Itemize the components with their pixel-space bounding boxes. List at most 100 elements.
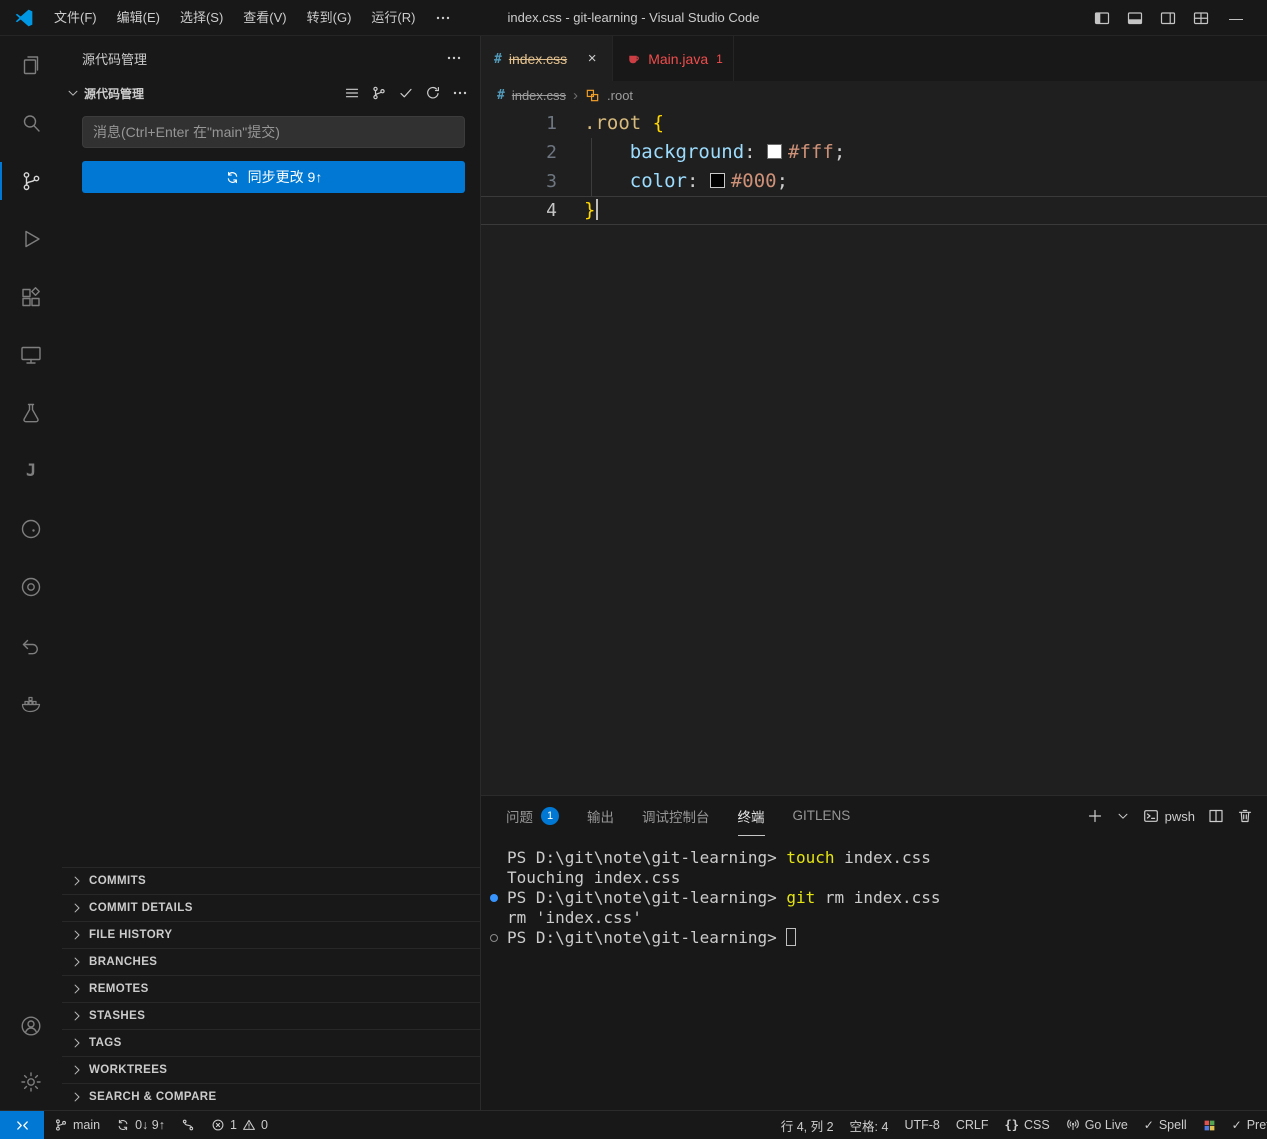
spell-checker[interactable]: ✓Spell: [1136, 1111, 1195, 1139]
more-icon[interactable]: [452, 85, 468, 101]
source-control-section-header[interactable]: 源代码管理: [62, 80, 480, 106]
panel-tab-输出[interactable]: 输出: [587, 796, 614, 836]
status-text: 1: [230, 1118, 237, 1132]
code-token: .root: [584, 112, 641, 134]
section-search-compare[interactable]: SEARCH & COMPARE: [62, 1083, 480, 1110]
panel-tab-调试控制台[interactable]: 调试控制台: [642, 796, 710, 836]
toggle-secondary-sidebar-icon[interactable]: [1160, 10, 1176, 26]
section-stashes[interactable]: STASHES: [62, 1002, 480, 1029]
kill-terminal-icon[interactable]: [1237, 808, 1253, 824]
section-label: WORKTREES: [89, 1064, 167, 1076]
prettier[interactable]: ✓Prettier: [1224, 1111, 1267, 1139]
check-icon[interactable]: [398, 85, 414, 101]
indentation[interactable]: 空格: 4: [842, 1111, 897, 1139]
activity-item-settings[interactable]: [0, 1054, 62, 1110]
section-commits[interactable]: COMMITS: [62, 867, 480, 894]
code-line: 3 color: #000;: [481, 167, 1267, 196]
activity-item-search[interactable]: [0, 94, 62, 152]
commit-message-input[interactable]: [82, 116, 465, 148]
activity-item-gradle[interactable]: [0, 500, 62, 558]
section-tags[interactable]: TAGS: [62, 1029, 480, 1056]
remote-indicator[interactable]: [0, 1111, 44, 1139]
eol[interactable]: CRLF: [948, 1111, 997, 1139]
breadcrumb-symbol[interactable]: .root: [607, 88, 633, 103]
code-text: color: #000;: [584, 167, 788, 196]
activity-item-extensions[interactable]: [0, 268, 62, 326]
encoding[interactable]: UTF-8: [896, 1111, 947, 1139]
activity-item-source-control[interactable]: [0, 152, 62, 210]
braces-icon: {}: [1005, 1118, 1019, 1132]
section-remotes[interactable]: REMOTES: [62, 975, 480, 1002]
close-tab-icon[interactable]: ×: [582, 49, 602, 69]
menu-文件(F)[interactable]: 文件(F): [44, 0, 107, 35]
section-worktrees[interactable]: WORKTREES: [62, 1056, 480, 1083]
sync-changes-button[interactable]: 同步更改 9↑: [82, 161, 465, 193]
extension-status[interactable]: [1195, 1111, 1224, 1139]
refresh-icon[interactable]: [425, 85, 441, 101]
new-terminal-icon[interactable]: [1087, 808, 1103, 824]
sync-status[interactable]: 0↓ 9↑: [108, 1111, 173, 1139]
sync-icon: [225, 170, 240, 185]
section-file-history[interactable]: FILE HISTORY: [62, 921, 480, 948]
menu-转到(G)[interactable]: 转到(G): [297, 0, 362, 35]
panel-tab-终端[interactable]: 终端: [738, 796, 765, 836]
tab-main-java[interactable]: Main.java1: [613, 36, 734, 81]
activity-item-run-debug[interactable]: [0, 210, 62, 268]
code-line: 4}: [481, 196, 1267, 225]
activity-item-java[interactable]: J: [0, 442, 62, 500]
menu-more-icon[interactable]: [425, 10, 461, 26]
menu-选择(S)[interactable]: 选择(S): [170, 0, 233, 35]
graph-icon[interactable]: [371, 85, 387, 101]
activity-item-testing[interactable]: [0, 384, 62, 442]
toggle-panel-icon[interactable]: [1127, 10, 1143, 26]
command-decoration-pending[interactable]: [490, 934, 498, 942]
editor-code[interactable]: 1.root {2 background: #fff;3 color: #000…: [481, 109, 1267, 225]
status-text: 行 4, 列 2: [781, 1116, 834, 1135]
chevron-down-icon: [66, 86, 80, 100]
code-token: background: [630, 141, 744, 163]
language-mode[interactable]: {}CSS: [997, 1111, 1058, 1139]
terminal-content[interactable]: PS D:\git\note\git-learning> touch index…: [481, 836, 1267, 948]
chevron-right-icon: [70, 955, 84, 969]
code-text: .root {: [584, 109, 664, 138]
activity-item-docker[interactable]: [0, 674, 62, 732]
panel-tab-问题[interactable]: 问题1: [506, 796, 559, 836]
source-control-sidebar: 源代码管理 源代码管理 同步更改 9↑ COMMITSCOMMIT DETAIL…: [62, 36, 481, 1110]
menu-编辑(E)[interactable]: 编辑(E): [107, 0, 170, 35]
section-branches[interactable]: BRANCHES: [62, 948, 480, 975]
more-actions-icon[interactable]: [446, 50, 462, 66]
terminal-profile[interactable]: pwsh: [1143, 808, 1195, 824]
section-label: STASHES: [89, 1010, 145, 1022]
command-decoration-success[interactable]: [490, 894, 498, 902]
status-text: Go Live: [1085, 1118, 1128, 1132]
activity-item-remote-explorer[interactable]: [0, 326, 62, 384]
panel-tab-GITLENS[interactable]: GITLENS: [793, 796, 851, 836]
breadcrumb-file[interactable]: index.css: [512, 88, 566, 103]
activity-item-accounts[interactable]: [0, 998, 62, 1054]
accounts-icon: [19, 1014, 43, 1038]
launch-profile-chevron-icon[interactable]: [1116, 809, 1130, 823]
terminal-text: touch: [786, 848, 834, 867]
section-label: TAGS: [89, 1037, 122, 1049]
color-swatch[interactable]: [710, 173, 725, 188]
customize-layout-icon[interactable]: [1193, 10, 1209, 26]
go-live[interactable]: Go Live: [1058, 1111, 1136, 1139]
menu-运行(R)[interactable]: 运行(R): [361, 0, 425, 35]
toggle-primary-sidebar-icon[interactable]: [1094, 10, 1110, 26]
view-list-icon[interactable]: [344, 85, 360, 101]
section-commit-details[interactable]: COMMIT DETAILS: [62, 894, 480, 921]
sidebar-title-row: 源代码管理: [62, 36, 480, 80]
tab-index-css[interactable]: #index.css×: [481, 36, 613, 81]
branch-status[interactable]: main: [46, 1111, 108, 1139]
terminal-text: index.css: [835, 848, 931, 867]
split-terminal-icon[interactable]: [1208, 808, 1224, 824]
minimize-button[interactable]: —: [1209, 10, 1267, 26]
color-swatch[interactable]: [767, 144, 782, 159]
cursor-position[interactable]: 行 4, 列 2: [773, 1111, 842, 1139]
problems-status[interactable]: 10: [203, 1111, 276, 1139]
graph-status[interactable]: [173, 1111, 203, 1139]
activity-item-gitlens[interactable]: [0, 616, 62, 674]
menu-查看(V)[interactable]: 查看(V): [233, 0, 296, 35]
activity-item-live-server[interactable]: [0, 558, 62, 616]
activity-item-explorer[interactable]: [0, 36, 62, 94]
